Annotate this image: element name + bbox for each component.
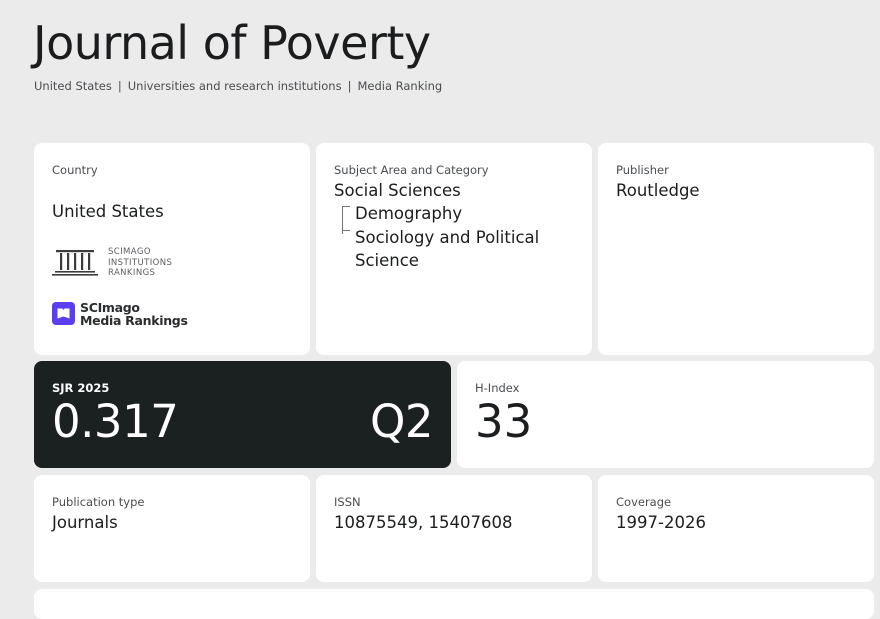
- publication-type-card: Publication type Journals: [34, 475, 310, 582]
- institutions-logo-text: SCIMAGO INSTITUTIONS RANKINGS: [108, 247, 173, 278]
- issn-value: 10875549, 15407608: [334, 513, 513, 532]
- subject-category-item[interactable]: Demography: [342, 202, 574, 226]
- country-card: Country United States SCIMAGO INSTITUTIO…: [34, 143, 310, 355]
- subject-area-link[interactable]: Social Sciences: [334, 181, 574, 200]
- publisher-card: Publisher Routledge: [598, 143, 874, 355]
- scimago-institutions-rankings-link[interactable]: SCIMAGO INSTITUTIONS RANKINGS: [52, 247, 292, 279]
- publication-type-label: Publication type: [52, 495, 145, 509]
- next-card-partial: [34, 589, 874, 619]
- breadcrumb: United States | Universities and research …: [34, 79, 442, 93]
- publisher-link[interactable]: Routledge: [616, 181, 856, 200]
- country-label: Country: [52, 163, 98, 177]
- subject-category-item[interactable]: Sociology and Political Science: [342, 226, 574, 273]
- country-value: United States: [52, 202, 164, 221]
- breadcrumb-media-ranking-link[interactable]: Media Ranking: [357, 79, 442, 93]
- subject-area-card: Subject Area and Category Social Science…: [316, 143, 592, 355]
- issn-label: ISSN: [334, 495, 361, 509]
- sjr-value: 0.317: [52, 395, 179, 448]
- coverage-label: Coverage: [616, 495, 672, 509]
- scimago-media-rankings-link[interactable]: SCImago Media Rankings: [52, 301, 292, 327]
- page-title: Journal of Poverty: [33, 16, 431, 70]
- category-link-demography[interactable]: Demography: [355, 204, 462, 223]
- subject-area-label: Subject Area and Category: [334, 163, 489, 177]
- subject-category-list: Demography Sociology and Political Scien…: [342, 202, 574, 273]
- institution-building-icon: [52, 249, 98, 276]
- issn-card: ISSN 10875549, 15407608: [316, 475, 592, 582]
- media-rankings-icon: [52, 302, 75, 325]
- category-link-sociology[interactable]: Sociology and Political Science: [355, 228, 539, 271]
- publisher-label: Publisher: [616, 163, 669, 177]
- publication-type-value: Journals: [52, 513, 118, 532]
- sjr-label: SJR 2025: [52, 381, 110, 395]
- h-index-value: 33: [475, 395, 533, 448]
- sjr-card: SJR 2025 0.317 Q2: [34, 361, 451, 468]
- breadcrumb-institutions-link[interactable]: Universities and research institutions: [128, 79, 342, 93]
- coverage-value: 1997-2026: [616, 513, 706, 532]
- breadcrumb-separator: |: [347, 79, 352, 93]
- h-index-label: H-Index: [475, 381, 520, 395]
- breadcrumb-separator: |: [117, 79, 122, 93]
- sjr-quartile-badge: Q2: [369, 395, 434, 448]
- media-rankings-logo-text: SCImago Media Rankings: [80, 299, 188, 328]
- breadcrumb-country-link[interactable]: United States: [34, 79, 112, 93]
- coverage-card: Coverage 1997-2026: [598, 475, 874, 582]
- h-index-card: H-Index 33: [457, 361, 874, 468]
